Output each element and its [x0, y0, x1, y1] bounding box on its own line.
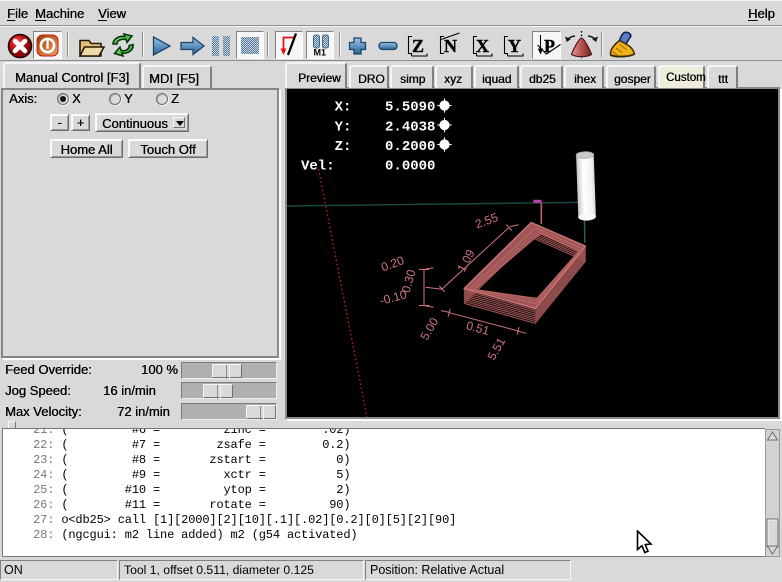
svg-text:Z: Z — [412, 36, 424, 56]
svg-text:X: X — [476, 36, 489, 56]
svg-text:Vel: 0.0000: Vel: 0.0000 — [301, 158, 435, 174]
svg-text:P: P — [544, 36, 555, 56]
svg-text:N: N — [444, 36, 457, 56]
svg-text:Z: 0.2000: Z: 0.2000 — [301, 139, 435, 155]
svg-text:X: 5.5090: X: 5.5090 — [301, 100, 435, 116]
svg-text:Y: Y — [508, 36, 521, 56]
svg-text:Y: 2.4038: Y: 2.4038 — [301, 119, 435, 135]
